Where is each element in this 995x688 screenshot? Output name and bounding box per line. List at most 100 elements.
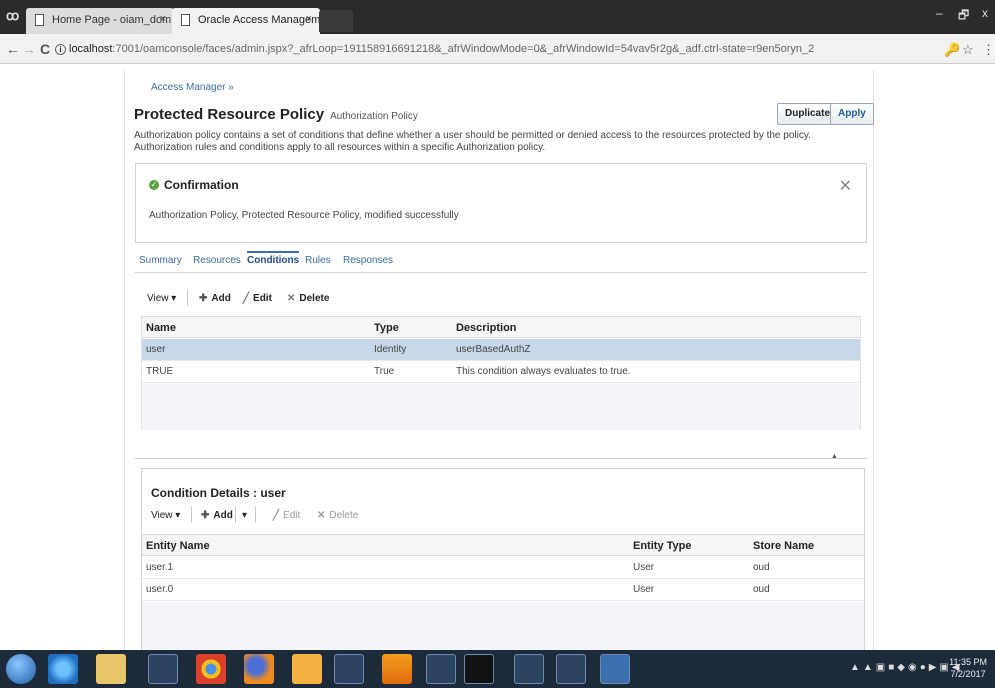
back-icon[interactable]: ← (6, 41, 20, 57)
view-menu[interactable]: View ▾ (151, 510, 180, 521)
notepad-icon[interactable] (334, 654, 364, 684)
page-icon (35, 14, 44, 26)
tab-summary[interactable]: Summary (139, 255, 182, 266)
policy-content: Access Manager » Protected Resource Poli… (124, 70, 874, 651)
edit-label: Edit (283, 510, 301, 521)
column-header-description[interactable]: Description (456, 322, 517, 334)
chrome-icon[interactable] (196, 654, 226, 684)
browser-titlebar: ꝏ Home Page - oiam_dom × Oracle Access M… (0, 0, 995, 34)
add-icon: ✚ (199, 293, 208, 304)
maximize-icon[interactable]: 🗗 (958, 6, 969, 27)
add-dropdown[interactable]: ▾ (242, 510, 247, 521)
edit-button[interactable]: ╱ Edit (243, 293, 272, 304)
panel-splitter[interactable] (135, 458, 867, 459)
info-icon[interactable]: i (55, 44, 66, 55)
tab-responses[interactable]: Responses (343, 255, 393, 266)
breadcrumb[interactable]: Access Manager » (151, 82, 234, 93)
app-icon[interactable] (600, 654, 630, 684)
system-tray-icons[interactable]: ▲▲▣■◆◉●▶▣◀ (850, 662, 963, 673)
condition-details-title: Condition Details : user (151, 486, 286, 500)
firefox-icon[interactable] (244, 654, 274, 684)
add-button[interactable]: ✚ Add (201, 510, 233, 521)
folder-icon[interactable] (292, 654, 322, 684)
add-label: Add (211, 293, 231, 304)
edit-icon: ╱ (273, 510, 280, 521)
success-check-icon: ✓ (149, 180, 159, 190)
cell-description: This condition always evaluates to true. (456, 366, 631, 377)
bookmark-star-icon[interactable]: ☆ (962, 42, 974, 58)
conditions-table: Name Type Description user Identity user… (141, 316, 861, 430)
cell-name: TRUE (146, 366, 174, 377)
url-field[interactable]: i localhost:7001/oamconsole/faces/admin.j… (55, 43, 885, 55)
apply-button[interactable]: Apply (830, 103, 874, 125)
page-subtitle: Authorization Policy (330, 111, 418, 122)
ie-icon[interactable] (48, 654, 78, 684)
cell-entity-name: user.1 (146, 562, 174, 573)
delete-label: Delete (329, 510, 359, 521)
toolbar-separator (235, 507, 236, 523)
file-explorer-icon[interactable] (96, 654, 126, 684)
table-row[interactable]: TRUE True This condition always evaluate… (142, 361, 860, 383)
snipping-tool-icon[interactable] (514, 654, 544, 684)
confirmation-box: ✓ Confirmation ✕ Authorization Policy, P… (135, 163, 867, 243)
incognito-icon: ꝏ (6, 8, 20, 23)
cell-store-name: oud (753, 584, 770, 595)
edit-icon: ╱ (243, 293, 250, 304)
table-row[interactable]: user.1 User oud (142, 557, 864, 579)
column-header-name[interactable]: Name (146, 322, 176, 334)
policy-tabs: Summary Resources Conditions Rules Respo… (135, 243, 867, 273)
delete-label: Delete (299, 293, 330, 304)
tab-conditions[interactable]: Conditions (247, 251, 300, 266)
table-row[interactable]: user.0 User oud (142, 579, 864, 601)
table-header: Entity Name Entity Type Store Name (142, 534, 864, 556)
browser-tab-home[interactable]: Home Page - oiam_dom × (26, 8, 174, 34)
add-icon: ✚ (201, 510, 210, 521)
toolbar-separator (187, 290, 188, 306)
close-icon[interactable]: ✕ (839, 176, 852, 196)
conditions-toolbar: View ▾ ✚ Add ╱ Edit ✕ Delete (147, 290, 347, 307)
collapse-icon[interactable]: ▲ (831, 453, 838, 460)
new-tab-button[interactable] (319, 10, 353, 32)
url-path: :7001/oamconsole/faces/admin.jspx?_afrLo… (112, 43, 815, 55)
network-icon[interactable] (556, 654, 586, 684)
clock[interactable]: 11:35 PM 7/2/2017 (949, 656, 987, 680)
column-header-store-name[interactable]: Store Name (753, 540, 814, 552)
column-header-type[interactable]: Type (374, 322, 399, 334)
condition-details-panel: Condition Details : user View ▾ ✚ Add ▾ ╱… (141, 468, 865, 651)
extension-icon[interactable]: 🔑 (944, 42, 960, 58)
browser-tab-oam[interactable]: Oracle Access Managem × (172, 8, 320, 34)
duplicate-button[interactable]: Duplicate (777, 103, 839, 125)
column-header-entity-type[interactable]: Entity Type (633, 540, 691, 552)
table-row[interactable]: user Identity userBasedAuthZ (142, 339, 860, 361)
vlc-icon[interactable] (382, 654, 412, 684)
close-icon[interactable]: x (982, 6, 988, 20)
minimize-icon[interactable]: – (936, 6, 943, 20)
edit-button[interactable]: ╱ Edit (273, 510, 300, 521)
cell-type: True (374, 366, 395, 377)
start-button-icon[interactable] (6, 654, 36, 684)
terminal-icon[interactable] (464, 654, 494, 684)
entity-table: Entity Name Entity Type Store Name user.… (142, 534, 864, 651)
delete-button[interactable]: ✕ Delete (287, 293, 329, 304)
column-header-entity-name[interactable]: Entity Name (146, 540, 210, 552)
confirmation-message: Authorization Policy, Protected Resource… (149, 210, 459, 221)
tab-rules[interactable]: Rules (305, 255, 331, 266)
forward-icon[interactable]: → (22, 41, 36, 57)
view-menu[interactable]: View ▾ (147, 293, 176, 304)
delete-icon: ✕ (317, 510, 326, 521)
tab-close-icon[interactable]: × (306, 13, 312, 25)
tab-resources[interactable]: Resources (193, 255, 241, 266)
confirmation-title: Confirmation (164, 178, 239, 192)
users-icon[interactable] (148, 654, 178, 684)
add-button[interactable]: ✚ Add (199, 293, 231, 304)
cell-name: user (146, 344, 166, 355)
document-icon[interactable] (426, 654, 456, 684)
taskbar: ▲▲▣■◆◉●▶▣◀ 11:35 PM 7/2/2017 (0, 650, 995, 688)
delete-button[interactable]: ✕ Delete (317, 510, 358, 521)
tab-close-icon[interactable]: × (160, 13, 166, 25)
toolbar-separator (191, 507, 192, 523)
cell-entity-type: User (633, 584, 655, 595)
reload-icon[interactable]: C (40, 41, 50, 57)
browser-menu-icon[interactable]: ⋮ (982, 42, 995, 58)
cell-description: userBasedAuthZ (456, 344, 531, 355)
